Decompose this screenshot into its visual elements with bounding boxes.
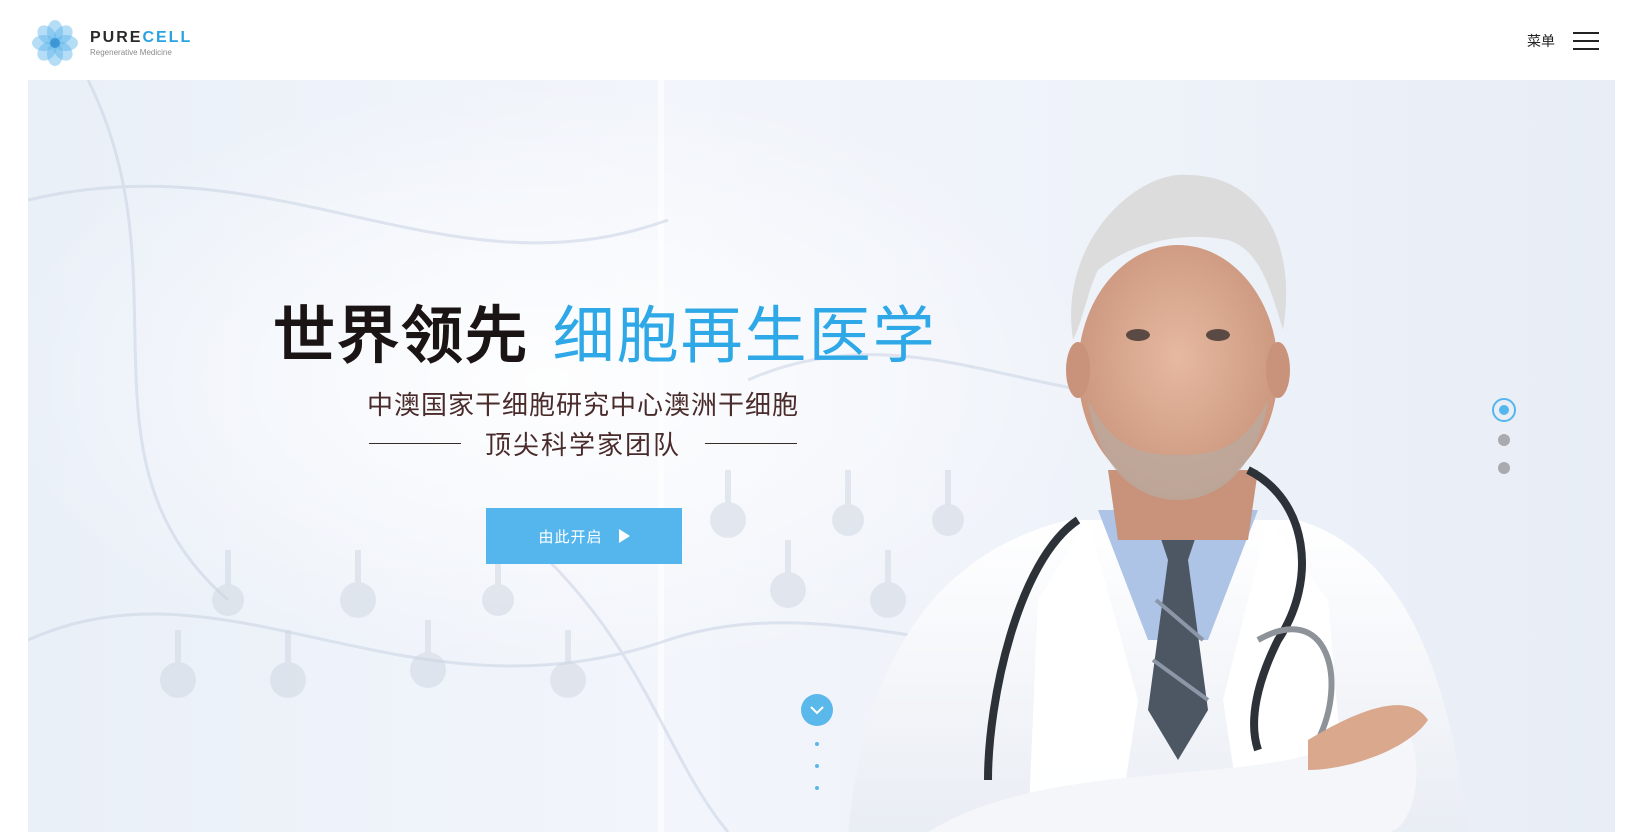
slide-dot-2[interactable] (1498, 434, 1510, 446)
slide-dot-1[interactable] (1492, 398, 1516, 422)
slide-dot-3[interactable] (1498, 462, 1510, 474)
logo-word-pure: PURE (90, 28, 143, 46)
scroll-down-button[interactable] (801, 694, 833, 726)
menu-toggle[interactable]: 菜单 (1527, 30, 1599, 52)
menu-label[interactable]: 菜单 (1527, 31, 1555, 51)
logo-word-cell: CELL (142, 28, 193, 46)
subtitle-divider-left (368, 443, 461, 444)
hamburger-menu-icon[interactable] (1573, 30, 1599, 52)
hero-subtitle-line2: 顶尖科学家团队 (484, 431, 681, 461)
start-button-label: 由此开启 (538, 527, 603, 546)
logo[interactable]: PURECELL Regenerative Medicine (30, 18, 192, 68)
logo-wordmark: PURECELL (90, 28, 193, 46)
hero-banner: 世界领先 细胞再生医学 中澳国家干细胞研究中心澳洲干细胞 顶尖科学家团队 由此开… (28, 80, 1615, 832)
hero-headline: 世界领先 细胞再生医学 (273, 285, 937, 375)
hero-subtitle-row: 顶尖科学家团队 (273, 425, 893, 462)
scroll-indicator-dot (815, 764, 819, 768)
subtitle-divider-right (705, 443, 797, 444)
scroll-indicator-dot (815, 786, 819, 790)
headline-accent-text: 细胞再生医学 (552, 299, 937, 372)
start-button[interactable]: 由此开启 (486, 508, 682, 564)
chevron-down-icon (810, 706, 824, 715)
hero-subtitle-line1: 中澳国家干细胞研究中心澳洲干细胞 (366, 391, 799, 421)
logo-tagline: Regenerative Medicine (90, 47, 172, 57)
headline-dark-text: 世界领先 (273, 299, 530, 372)
play-arrow-icon (618, 529, 630, 543)
site-header: PURECELL Regenerative Medicine 菜单 (0, 0, 1629, 80)
logo-flower-icon (32, 20, 78, 66)
scroll-indicator-dot (815, 742, 819, 746)
